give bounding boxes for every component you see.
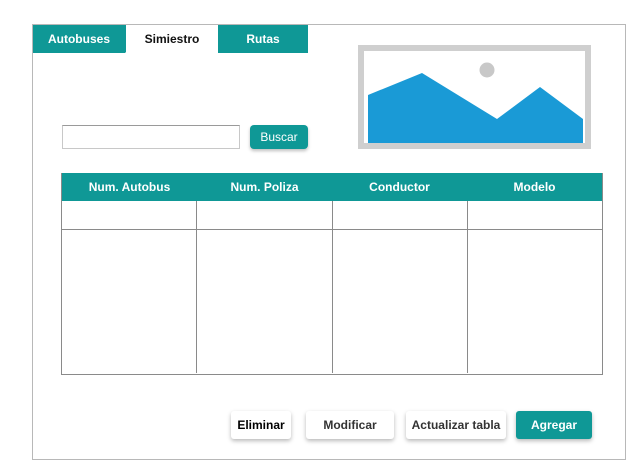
tab-simiestro[interactable]: Simiestro: [125, 25, 218, 53]
delete-button[interactable]: Eliminar: [231, 411, 291, 439]
table-column: [62, 201, 197, 373]
refresh-table-button[interactable]: Actualizar tabla: [406, 411, 506, 439]
table-cell[interactable]: [333, 230, 467, 373]
image-placeholder-graphic: [364, 51, 585, 143]
table-column: [331, 201, 467, 373]
table-cell[interactable]: [467, 201, 602, 230]
table-cell[interactable]: [332, 201, 467, 230]
table-cell[interactable]: [62, 230, 196, 373]
column-header-modelo[interactable]: Modelo: [467, 173, 602, 201]
table-header: Num. Autobus Num. Poliza Conductor Model…: [62, 173, 602, 201]
table-body: [62, 201, 602, 373]
table-cell[interactable]: [62, 201, 197, 230]
add-button[interactable]: Agregar: [516, 411, 592, 439]
table-cell[interactable]: [468, 230, 602, 373]
column-header-num-autobus[interactable]: Num. Autobus: [62, 173, 197, 201]
modify-button[interactable]: Modificar: [306, 411, 394, 439]
main-panel: Autobuses Simiestro Rutas Buscar Num. Au…: [32, 24, 626, 460]
table-cell[interactable]: [197, 230, 331, 373]
vehicles-table: Num. Autobus Num. Poliza Conductor Model…: [61, 173, 603, 375]
image-placeholder-icon: [358, 45, 591, 149]
sun-circle: [479, 62, 495, 78]
tab-bar: Autobuses Simiestro Rutas: [33, 25, 308, 53]
search-input[interactable]: [62, 125, 240, 149]
column-header-num-poliza[interactable]: Num. Poliza: [197, 173, 332, 201]
table-column: [466, 201, 602, 373]
table-column: [196, 201, 332, 373]
table-cell[interactable]: [197, 201, 332, 230]
tab-rutas[interactable]: Rutas: [218, 25, 308, 53]
search-button[interactable]: Buscar: [250, 125, 308, 149]
tab-autobuses[interactable]: Autobuses: [33, 25, 125, 53]
column-header-conductor[interactable]: Conductor: [332, 173, 467, 201]
